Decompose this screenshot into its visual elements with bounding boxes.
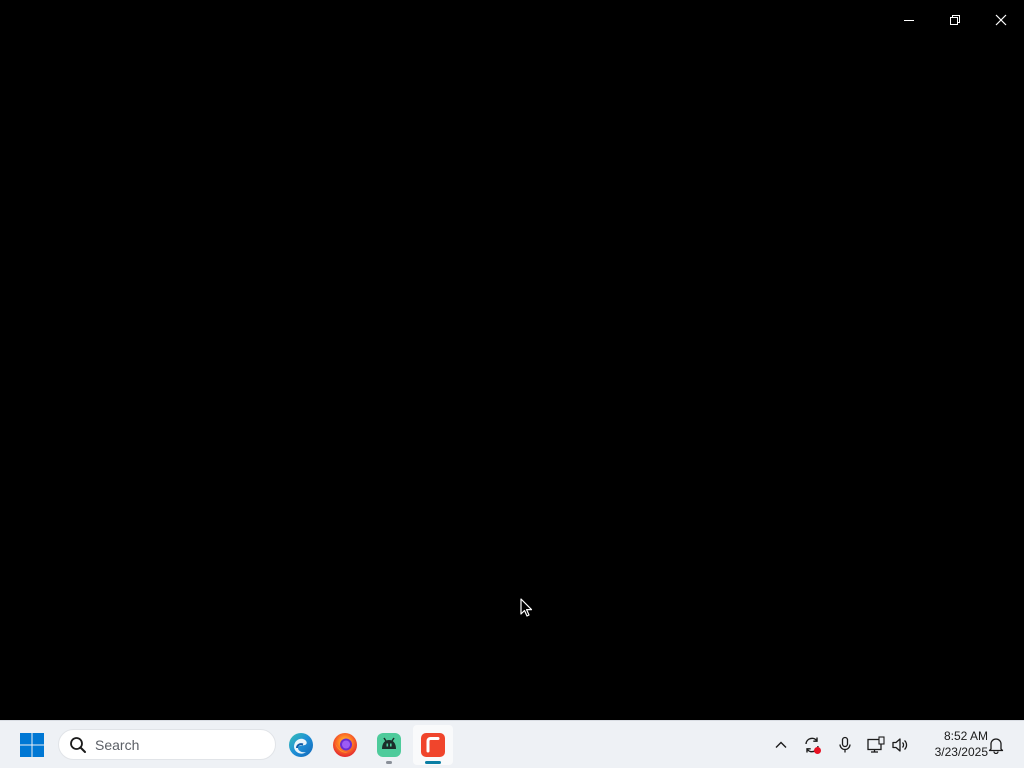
- close-button[interactable]: [978, 0, 1024, 40]
- taskbar-app-android[interactable]: [369, 725, 409, 765]
- start-button[interactable]: [14, 727, 50, 763]
- android-app-icon: [377, 733, 401, 757]
- tray-volume-button[interactable]: [888, 733, 912, 757]
- app-running-indicator: [386, 761, 392, 764]
- windows-logo-icon: [20, 733, 44, 757]
- taskbar-clock[interactable]: 8:52 AM 3/23/2025: [918, 728, 988, 760]
- taskbar-search-box[interactable]: Search: [58, 729, 276, 760]
- notification-icon: [988, 738, 1004, 754]
- restore-button[interactable]: [932, 0, 978, 40]
- volume-icon: [892, 738, 908, 752]
- clock-time: 8:52 AM: [943, 729, 988, 743]
- search-icon: [69, 736, 87, 754]
- close-icon: [995, 14, 1007, 26]
- tray-microphone-button[interactable]: [833, 733, 857, 757]
- taskbar: Search 8:52 AM 3/23/2025: [0, 720, 1024, 768]
- sync-icon: [805, 737, 821, 754]
- taskbar-app-firefox[interactable]: [325, 725, 365, 765]
- search-placeholder: Search: [95, 736, 140, 753]
- taskbar-app-active[interactable]: [413, 725, 453, 765]
- app-window: [0, 0, 1024, 720]
- clock-date: 3/23/2025: [934, 745, 988, 759]
- taskbar-app-edge[interactable]: [281, 725, 321, 765]
- minimize-icon: [904, 20, 914, 21]
- restore-icon: [950, 15, 960, 25]
- tray-sync-button[interactable]: [800, 733, 824, 757]
- chevron-up-icon: [775, 741, 787, 748]
- show-hidden-icons-button[interactable]: [769, 733, 793, 757]
- notifications-button[interactable]: [984, 733, 1008, 757]
- minimize-button[interactable]: [886, 0, 932, 40]
- app-active-indicator: [425, 761, 441, 764]
- microphone-icon: [839, 736, 851, 753]
- mouse-cursor-icon: [520, 598, 533, 617]
- network-icon: [867, 736, 885, 753]
- firefox-icon: [333, 733, 357, 757]
- window-controls: [886, 0, 1024, 40]
- red-app-icon: [421, 733, 445, 757]
- edge-icon: [289, 733, 313, 757]
- tray-network-button[interactable]: [864, 733, 888, 757]
